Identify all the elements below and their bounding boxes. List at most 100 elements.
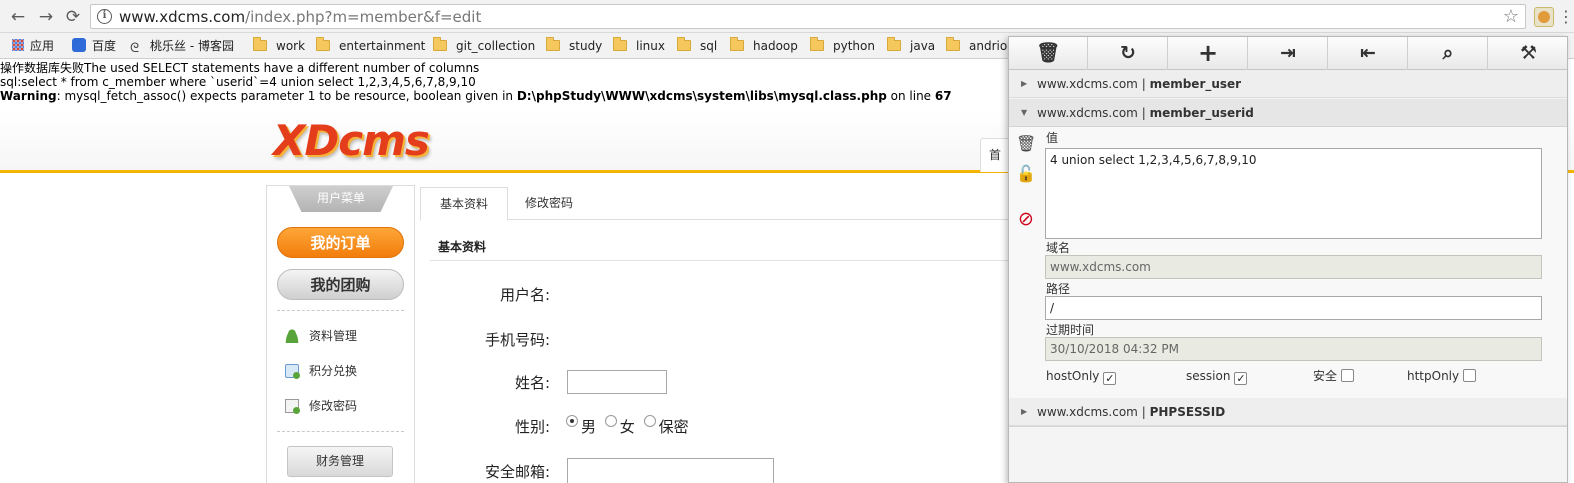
warning-on: on line [886, 89, 935, 103]
bookmark-label: entertainment [339, 39, 426, 53]
cookie-extension-icon[interactable] [1534, 7, 1554, 27]
star-icon[interactable]: ☆ [1503, 6, 1519, 27]
reload-button[interactable]: ⟳ [62, 6, 84, 28]
folder-icon [677, 37, 691, 51]
value-label: 值 [1046, 131, 1059, 145]
bookmark-label: linux [636, 39, 665, 53]
gender-option-label: 男 [581, 418, 597, 436]
bookmark-label: 桃乐丝 - 博客园 [150, 39, 234, 53]
reset-icon[interactable]: ↻ [1089, 37, 1168, 70]
name-input[interactable] [567, 370, 667, 394]
search-icon[interactable]: ⌕ [1409, 37, 1488, 70]
folder-icon [253, 37, 267, 51]
nav-home-tab[interactable]: 首 [980, 138, 1010, 172]
bookmark-folder-linux[interactable]: linux [613, 37, 665, 54]
hostonly-checkbox[interactable]: ✓ [1103, 372, 1117, 385]
cookie-domain: www.xdcms.com [1037, 77, 1138, 91]
sidebar-item-points[interactable]: 积分兑换 [285, 362, 357, 380]
cookie-path-field[interactable]: / [1045, 296, 1542, 320]
bookmark-folder-entertainment[interactable]: entertainment [316, 37, 426, 54]
folder-icon [810, 37, 824, 51]
bookmark-label: java [910, 39, 936, 53]
bookmark-folder-java[interactable]: java [887, 37, 936, 54]
folder-icon [887, 37, 901, 51]
url-path: /index.php?m=member&f=edit [245, 8, 482, 26]
cookie-editor-toolbar: 🗑 ↻ + ⇥ ⇤ ⌕ ⚒ [1009, 37, 1567, 70]
session-checkbox[interactable]: ✓ [1234, 372, 1248, 385]
folder-icon [730, 37, 744, 51]
section-divider [430, 260, 1010, 261]
bookmark-label: 应用 [30, 39, 55, 53]
delete-icon[interactable]: 🗑 [1009, 37, 1088, 70]
gender-female-radio[interactable] [604, 415, 617, 427]
cookie-value-textarea[interactable]: 4 union select 1,2,3,4,5,6,7,8,9,10 [1045, 148, 1542, 239]
folder-icon [433, 37, 447, 51]
cookie-row-member-user[interactable]: ▶ www.xdcms.com | member_user [1009, 70, 1567, 98]
bookmark-folder-work[interactable]: work [253, 37, 306, 54]
warning-label: Warning [0, 89, 57, 103]
tab-change-password[interactable]: 修改密码 [508, 187, 590, 221]
import-icon[interactable]: ⇥ [1249, 37, 1328, 70]
secure-flag: 安全 [1313, 368, 1355, 384]
php-warning-line: Warning: mysql_fetch_assoc() expects par… [0, 89, 952, 104]
user-menu-title: 用户菜单 [289, 186, 393, 212]
bookmark-blog[interactable]: ᘓ 桃乐丝 - 博客园 [130, 38, 234, 56]
bookmark-apps[interactable]: 应用 [12, 38, 54, 54]
add-icon[interactable]: + [1169, 37, 1248, 70]
folder-icon [316, 37, 330, 51]
bookmark-folder-study[interactable]: study [546, 37, 602, 54]
settings-icon[interactable]: ⚒ [1489, 37, 1568, 70]
menu-icon[interactable]: ⋮ [1558, 6, 1574, 28]
gender-male-radio[interactable] [566, 415, 578, 427]
back-button[interactable]: ← [7, 6, 29, 28]
warning-line-number: 67 [934, 89, 952, 103]
finance-button[interactable]: 财务管理 [287, 446, 393, 477]
bookmark-folder-hadoop[interactable]: hadoop [730, 37, 798, 54]
url-host: www.xdcms.com [119, 8, 246, 26]
httponly-flag: httpOnly [1407, 368, 1477, 384]
delete-cookie-icon[interactable]: 🗑 [1016, 134, 1036, 154]
bookmark-folder-git[interactable]: git_collection [433, 37, 535, 54]
cookie-expiry-field[interactable]: 30/10/2018 04:32 PM [1045, 337, 1542, 361]
bookmark-label: 百度 [92, 39, 117, 53]
bookmark-folder-sql[interactable]: sql [677, 37, 717, 54]
my-groupbuy-button[interactable]: 我的团购 [277, 269, 404, 300]
phone-label: 手机号码: [484, 331, 550, 349]
gender-secret-radio[interactable] [643, 415, 656, 427]
site-logo[interactable]: XDcms [273, 116, 430, 165]
sidebar-item-password[interactable]: 修改密码 [285, 397, 357, 415]
username-label: 用户名: [499, 286, 550, 304]
sidebar-item-label: 资料管理 [309, 329, 358, 343]
bookmark-label: work [276, 39, 306, 53]
cookie-name: member_userid [1149, 106, 1254, 120]
bookmark-folder-python[interactable]: python [810, 37, 875, 54]
bookmark-label: python [833, 39, 875, 53]
tab-basic-info[interactable]: 基本资料 [420, 187, 508, 221]
bookmark-baidu[interactable]: 百度 [72, 38, 116, 54]
bookmark-label: andrio [969, 39, 1008, 53]
sidebar-item-profile[interactable]: 资料管理 [285, 327, 357, 345]
email-input[interactable] [567, 458, 774, 483]
bookmark-folder-andrio[interactable]: andrio [946, 37, 1008, 54]
info-icon[interactable]: i [97, 9, 112, 24]
bookmark-label: hadoop [753, 39, 798, 53]
sidebar-item-label: 修改密码 [309, 399, 358, 413]
baidu-icon [72, 38, 86, 52]
flag-label: httpOnly [1407, 369, 1460, 383]
folder-icon [546, 37, 560, 51]
httponly-checkbox[interactable] [1463, 369, 1477, 382]
folder-icon [946, 37, 960, 51]
block-icon[interactable]: ⊘ [1016, 209, 1036, 229]
db-error-line: 操作数据库失败The used SELECT statements have a… [0, 61, 480, 75]
unlock-icon[interactable]: 🔓 [1016, 164, 1036, 184]
url-omnibox[interactable]: i www.xdcms.com/index.php?m=member&f=edi… [90, 4, 1526, 29]
export-icon[interactable]: ⇤ [1329, 37, 1408, 70]
my-orders-button[interactable]: 我的订单 [277, 227, 404, 258]
url-text[interactable]: www.xdcms.com/index.php?m=member&f=edit [119, 8, 481, 26]
cookie-row-member-userid[interactable]: ▼ www.xdcms.com | member_userid [1009, 99, 1567, 127]
cookie-separator: | [1141, 405, 1146, 419]
password-icon [285, 399, 300, 414]
forward-button[interactable]: → [35, 6, 57, 28]
cookie-row-phpsessid[interactable]: ▶ www.xdcms.com | PHPSESSID [1009, 398, 1567, 426]
secure-checkbox[interactable] [1341, 369, 1355, 382]
